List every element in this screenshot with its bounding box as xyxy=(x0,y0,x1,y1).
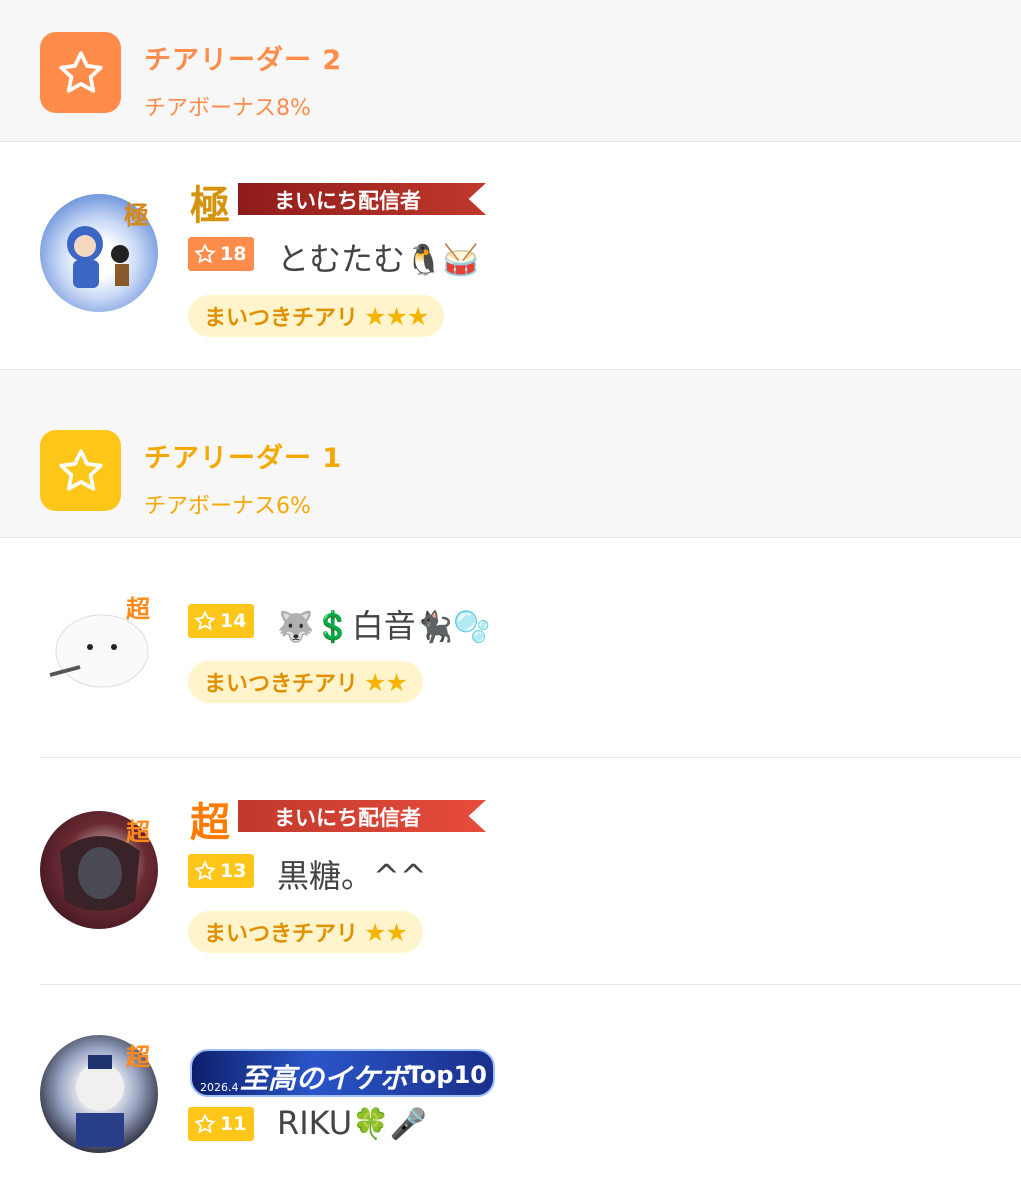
monthly-cheer-pill: まいつきチアリ ★★ xyxy=(188,661,423,703)
ikebo-title: 至高のイケボ xyxy=(240,1062,409,1095)
monthly-cheer-pill: まいつきチアリ ★★★ xyxy=(188,295,445,337)
level-badge: 18 xyxy=(188,237,255,271)
rank-kanji-badge: 超 xyxy=(126,1043,150,1071)
star-icon xyxy=(194,860,216,881)
star-icon xyxy=(194,1113,216,1134)
section-title: チアリーダー 2 xyxy=(144,45,343,76)
cheerleader-1-icon xyxy=(40,430,121,511)
section-header-cheerleader-2: チアリーダー 2 チアボーナス8% xyxy=(0,0,1021,142)
pill-stars: ★★★ xyxy=(364,301,429,331)
section-header-cheerleader-1: チアリーダー 1 チアボーナス6% xyxy=(0,369,1021,538)
ikebo-date: 2026.4 xyxy=(200,1081,239,1094)
cheerleader-2-icon xyxy=(40,32,121,113)
level-value: 18 xyxy=(220,243,247,265)
daily-streamer-banner: 極 まいにち配信者 xyxy=(190,179,490,229)
user-name: 黒糖。^^ xyxy=(277,851,427,897)
top-ikebo-award-banner: 2026.4 至高のイケボ Top10 xyxy=(190,1049,495,1097)
user-name-text: 黒糖。^^ xyxy=(277,857,427,895)
user-name-emoji: 🍀🎤 xyxy=(352,1107,427,1142)
level-badge: 14 xyxy=(188,604,255,638)
star-icon xyxy=(194,243,216,264)
user-row[interactable]: 極 極 まいにち配信者 18 とむたむ🐧🥁 まいつきチアリ ★★★ xyxy=(0,142,1021,368)
user-name-prefix-emoji: 🐺💲 xyxy=(277,610,352,645)
banner-text: まいにち配信者 xyxy=(274,189,421,213)
level-value: 13 xyxy=(220,860,247,882)
user-name-text: RIKU xyxy=(277,1104,353,1142)
section-bonus: チアボーナス6% xyxy=(144,494,311,519)
ikebo-top: Top10 xyxy=(406,1061,487,1089)
user-name: RIKU🍀🎤 xyxy=(277,1104,427,1142)
user-name: とむたむ🐧🥁 xyxy=(277,234,480,280)
user-name: 🐺💲白音🐈‍⬛🫧 xyxy=(277,601,490,647)
user-row[interactable]: 超 2026.4 至高のイケボ Top10 11 RIKU🍀🎤 xyxy=(0,985,1021,1200)
rank-kanji-badge: 超 xyxy=(126,818,150,846)
pill-label: まいつきチアリ xyxy=(204,672,359,697)
user-row[interactable]: 超 14 🐺💲白音🐈‍⬛🫧 まいつきチアリ ★★ xyxy=(0,537,1021,758)
pill-stars: ★★ xyxy=(364,917,408,947)
banner-text: まいにち配信者 xyxy=(274,806,421,830)
user-name-emoji: 🐈‍⬛🫧 xyxy=(415,610,491,645)
monthly-cheer-pill: まいつきチアリ ★★ xyxy=(188,911,423,953)
level-value: 14 xyxy=(220,610,247,632)
star-outline-icon xyxy=(58,50,103,93)
star-outline-icon xyxy=(58,448,103,491)
banner-kanji: 極 xyxy=(190,182,230,229)
pill-label: まいつきチアリ xyxy=(204,306,359,331)
pill-stars: ★★ xyxy=(364,667,408,697)
user-row[interactable]: 超 超 まいにち配信者 13 黒糖。^^ まいつきチアリ ★★ xyxy=(0,758,1021,985)
section-title: チアリーダー 1 xyxy=(144,443,343,474)
rank-kanji-badge: 超 xyxy=(126,595,150,623)
star-icon xyxy=(194,610,216,631)
section-bonus: チアボーナス8% xyxy=(144,96,311,121)
pill-label: まいつきチアリ xyxy=(204,922,359,947)
banner-kanji: 超 xyxy=(190,799,230,846)
level-value: 11 xyxy=(220,1113,247,1135)
rank-kanji-badge: 極 xyxy=(124,201,150,230)
daily-streamer-banner: 超 まいにち配信者 xyxy=(190,796,490,846)
user-name-text: 白音 xyxy=(351,607,416,645)
level-badge: 13 xyxy=(188,854,255,888)
user-name-text: とむたむ xyxy=(277,240,406,278)
user-name-emoji: 🐧🥁 xyxy=(405,243,480,278)
level-badge: 11 xyxy=(188,1107,255,1141)
